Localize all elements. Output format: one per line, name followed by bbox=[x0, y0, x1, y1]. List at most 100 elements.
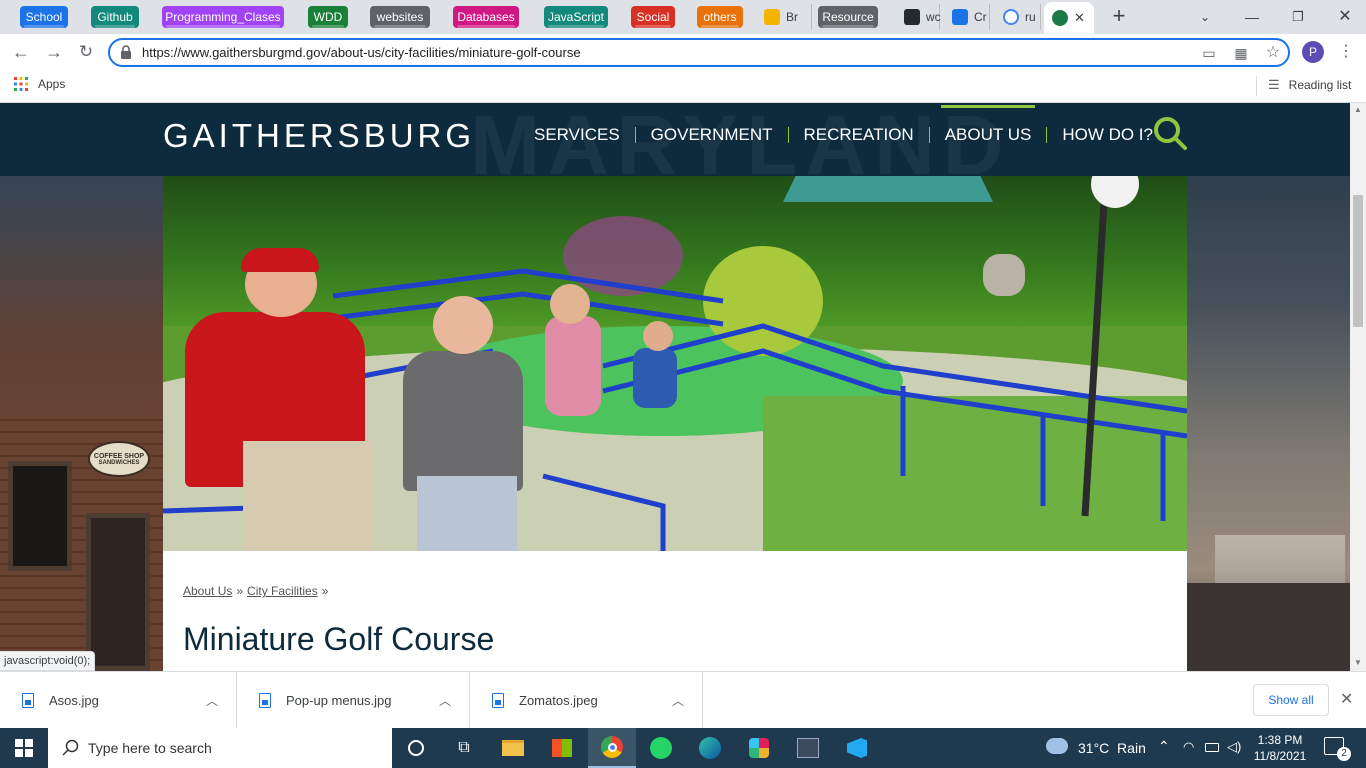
browser-toolbar: ← → ↻ https://www.gaithersburgmd.gov/abo… bbox=[0, 34, 1366, 70]
breadcrumb-separator: » bbox=[321, 584, 329, 598]
download-filename: Pop-up menus.jpg bbox=[286, 692, 392, 708]
reload-icon[interactable]: ↻ bbox=[74, 40, 98, 64]
browser-tab-3[interactable]: Cr bbox=[944, 4, 990, 30]
cortana-icon[interactable] bbox=[392, 728, 440, 768]
tab-title: ru bbox=[1025, 10, 1036, 24]
magnifier-icon bbox=[62, 739, 79, 756]
cast-icon[interactable]: ▭ bbox=[1200, 44, 1218, 62]
window-close-button[interactable]: ✕ bbox=[1333, 6, 1357, 28]
content-card: About Us » City Facilities » Miniature G… bbox=[163, 551, 1187, 671]
nav-divider bbox=[787, 127, 789, 143]
tab-group-websites[interactable]: websites bbox=[370, 6, 430, 28]
download-options-chevron-icon[interactable]: ︿ bbox=[206, 692, 218, 709]
web-page: COFFEE SHOP SANDWICHES MARYLAND GAITHERS… bbox=[0, 103, 1350, 671]
browser-tab-4[interactable]: ru bbox=[995, 4, 1041, 30]
weather-cloud-icon[interactable] bbox=[1046, 738, 1068, 754]
main-navigation: SERVICES GOVERNMENT RECREATION ABOUT US HOW … bbox=[534, 105, 1153, 155]
sql-server-icon[interactable] bbox=[784, 728, 832, 768]
site-logo[interactable]: GAITHERSBURG bbox=[163, 117, 475, 155]
background-image-left: COFFEE SHOP SANDWICHES bbox=[0, 103, 163, 671]
browser-tab-1[interactable]: Br bbox=[756, 4, 812, 30]
address-bar[interactable]: https://www.gaithersburgmd.gov/about-us/… bbox=[108, 38, 1290, 67]
scroll-down-arrow-icon[interactable]: ▼ bbox=[1354, 658, 1362, 667]
qr-code-icon[interactable]: ▦ bbox=[1232, 44, 1250, 62]
volume-icon[interactable]: ◁) bbox=[1227, 739, 1241, 755]
wifi-icon[interactable]: ◠ bbox=[1183, 739, 1194, 755]
vscode-icon[interactable] bbox=[833, 728, 881, 768]
tab-group-social[interactable]: Social bbox=[631, 6, 675, 28]
file-explorer-icon[interactable] bbox=[489, 728, 537, 768]
download-options-chevron-icon[interactable]: ︿ bbox=[439, 692, 451, 709]
windows-logo-icon bbox=[15, 739, 33, 757]
search-icon[interactable] bbox=[1153, 116, 1189, 152]
nav-divider bbox=[1046, 127, 1048, 143]
tab-group-others[interactable]: others bbox=[697, 6, 743, 28]
tab-group-github[interactable]: Github bbox=[91, 6, 139, 28]
breadcrumb-link-about-us[interactable]: About Us bbox=[183, 584, 232, 598]
reading-list-button[interactable]: ☰ Reading list bbox=[1268, 77, 1351, 93]
restore-button[interactable]: ❐ bbox=[1286, 6, 1310, 28]
nav-government[interactable]: GOVERNMENT bbox=[651, 117, 773, 153]
bookmark-star-icon[interactable]: ☆ bbox=[1264, 44, 1282, 62]
site-header: MARYLAND GAITHERSBURG SERVICES GOVERNMENT… bbox=[0, 103, 1350, 192]
nav-recreation[interactable]: RECREATION bbox=[804, 117, 914, 153]
battery-icon[interactable] bbox=[1205, 743, 1219, 752]
new-tab-button[interactable]: + bbox=[1107, 5, 1131, 28]
nav-about-us[interactable]: ABOUT US bbox=[940, 105, 1036, 153]
apps-grid-icon bbox=[14, 77, 28, 91]
download-item[interactable]: Zomatos.jpeg ︿ bbox=[470, 672, 703, 728]
close-tab-icon[interactable]: ✕ bbox=[1074, 10, 1085, 26]
start-button[interactable] bbox=[0, 728, 48, 768]
notification-count-badge: 2 bbox=[1337, 747, 1351, 761]
chrome-taskbar-icon[interactable] bbox=[588, 728, 636, 768]
profile-avatar[interactable]: P bbox=[1302, 41, 1324, 63]
download-item[interactable]: Asos.jpg ︿ bbox=[0, 672, 237, 728]
clock-time: 1:38 PM bbox=[1257, 733, 1303, 747]
minimize-button[interactable]: — bbox=[1240, 6, 1264, 28]
lock-icon[interactable] bbox=[120, 45, 132, 59]
nav-how-do-i[interactable]: HOW DO I? bbox=[1062, 117, 1153, 153]
tab-group-wdd[interactable]: WDD bbox=[308, 6, 348, 28]
apps-label: Apps bbox=[38, 77, 66, 91]
tray-overflow-chevron-icon[interactable]: ⌃ bbox=[1158, 738, 1170, 755]
slack-icon[interactable] bbox=[735, 728, 783, 768]
download-filename: Asos.jpg bbox=[49, 692, 99, 708]
download-options-chevron-icon[interactable]: ︿ bbox=[672, 692, 684, 709]
sign-line-2: SANDWICHES bbox=[98, 459, 140, 466]
breadcrumb-separator: » bbox=[236, 584, 244, 598]
whatsapp-icon[interactable] bbox=[637, 728, 685, 768]
page-scrollbar[interactable]: ▲ ▼ bbox=[1350, 103, 1366, 671]
taskbar-clock[interactable]: 1:38 PM 11/8/2021 bbox=[1250, 732, 1310, 764]
weather-text[interactable]: 31°C Rain bbox=[1078, 740, 1146, 756]
back-arrow-icon[interactable]: ← bbox=[9, 40, 33, 64]
tab-group-resource[interactable]: Resource bbox=[818, 6, 878, 28]
tab-title: wc bbox=[926, 10, 941, 24]
scrollbar-thumb[interactable] bbox=[1353, 195, 1363, 327]
forward-arrow-icon[interactable]: → bbox=[42, 40, 66, 64]
search-placeholder: Type here to search bbox=[88, 740, 212, 756]
active-nav-indicator bbox=[940, 105, 1036, 108]
tab-favicon-icon bbox=[764, 9, 780, 25]
breadcrumb-link-city-facilities[interactable]: City Facilities bbox=[247, 584, 318, 598]
show-all-downloads-button[interactable]: Show all bbox=[1253, 684, 1329, 716]
close-downloads-icon[interactable]: ✕ bbox=[1340, 689, 1353, 709]
menu-kebab-icon[interactable]: ⋮ bbox=[1338, 43, 1354, 61]
tab-group-school[interactable]: School bbox=[20, 6, 68, 28]
browser-tab-2[interactable]: wc bbox=[896, 4, 941, 30]
microsoft-store-icon[interactable] bbox=[538, 728, 586, 768]
scroll-up-arrow-icon[interactable]: ▲ bbox=[1354, 105, 1362, 114]
nav-services[interactable]: SERVICES bbox=[534, 117, 620, 153]
download-item[interactable]: Pop-up menus.jpg ︿ bbox=[237, 672, 470, 728]
tab-group-javascript[interactable]: JavaScript bbox=[544, 6, 608, 28]
url-text[interactable]: https://www.gaithersburgmd.gov/about-us/… bbox=[142, 45, 581, 60]
notifications-icon[interactable]: 2 bbox=[1324, 737, 1351, 761]
apps-shortcut[interactable]: Apps bbox=[14, 77, 65, 91]
tab-search-chevron-icon[interactable]: ⌄ bbox=[1193, 6, 1217, 28]
tab-group-programming-clases[interactable]: Programming_Clases bbox=[162, 6, 284, 28]
tab-group-databases[interactable]: Databases bbox=[453, 6, 519, 28]
edge-icon[interactable] bbox=[686, 728, 734, 768]
nav-divider bbox=[928, 127, 930, 143]
taskbar-search-box[interactable]: Type here to search bbox=[48, 728, 392, 768]
task-view-icon[interactable]: ⧉ bbox=[440, 728, 488, 768]
browser-tab-active[interactable]: ✕ bbox=[1044, 2, 1094, 34]
